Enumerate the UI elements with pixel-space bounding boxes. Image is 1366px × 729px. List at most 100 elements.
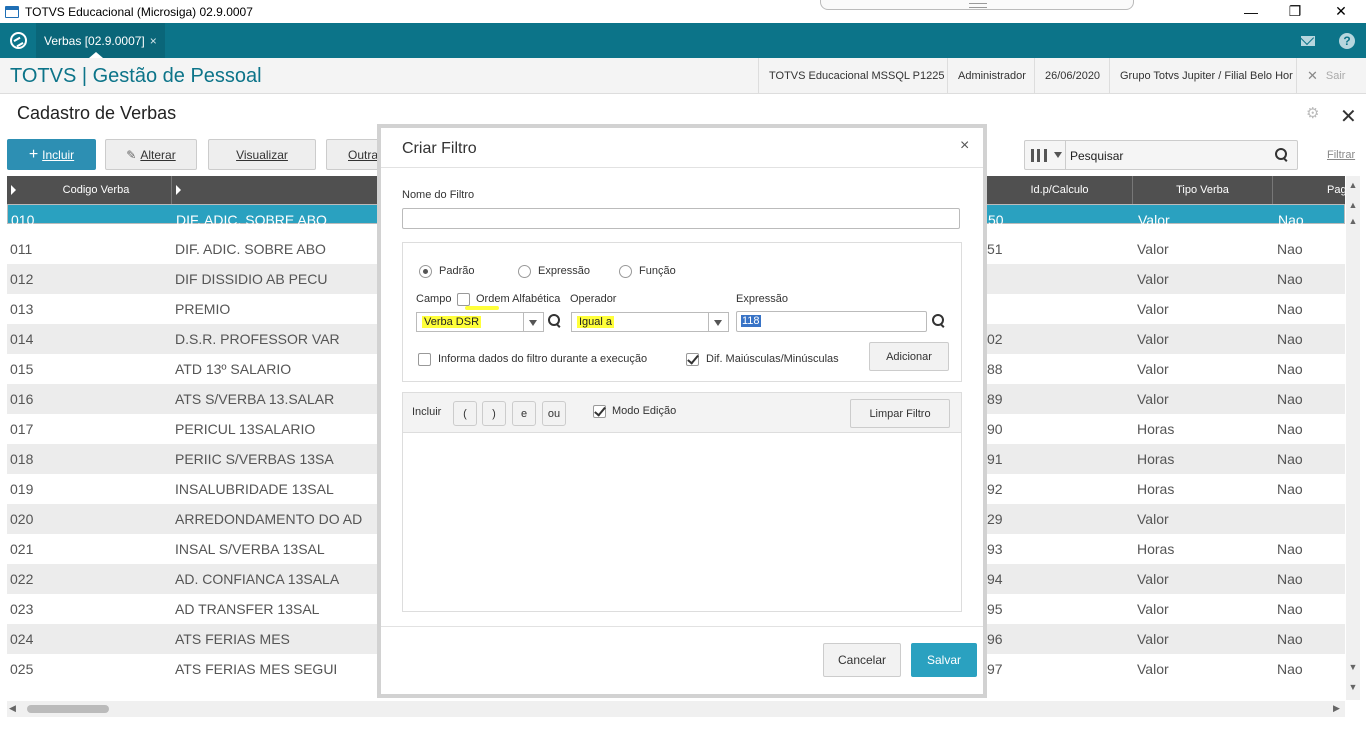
help-button[interactable]: ? bbox=[1339, 33, 1355, 49]
cell-descricao: D.S.R. PROFESSOR VAR bbox=[175, 331, 340, 347]
expressao-search-icon[interactable] bbox=[932, 314, 946, 328]
exit-button[interactable]: ✕ Sair bbox=[1296, 58, 1355, 94]
chevron-down-icon[interactable] bbox=[708, 313, 728, 331]
ordem-alfabetica-checkbox[interactable] bbox=[457, 293, 470, 306]
scroll-left-icon[interactable]: ◀ bbox=[9, 703, 16, 714]
cell-id-calculo: 93 bbox=[987, 541, 1003, 557]
close-paren-button[interactable]: ) bbox=[482, 401, 506, 426]
window-close-button[interactable]: ✕ bbox=[1318, 0, 1364, 23]
cell-descricao: ATS S/VERBA 13.SALAR bbox=[175, 391, 335, 407]
col-header-tipo-verba[interactable]: Tipo Verba bbox=[1133, 176, 1273, 204]
cell-id-calculo: 90 bbox=[987, 421, 1003, 437]
radio-padrao[interactable] bbox=[419, 265, 432, 278]
radio-padrao-label: Padrão bbox=[439, 265, 475, 277]
mail-button[interactable] bbox=[1301, 33, 1317, 49]
scroll-up-page-icon[interactable]: ▲ bbox=[1348, 216, 1358, 226]
tab-label: Verbas [02.9.0007] bbox=[44, 33, 145, 48]
scroll-right-icon[interactable]: ▶ bbox=[1333, 703, 1340, 714]
cell-tipo-verba: Valor bbox=[1137, 241, 1169, 257]
radio-funcao[interactable] bbox=[619, 265, 632, 278]
cell-descricao: ATD 13º SALARIO bbox=[175, 361, 292, 377]
cell-descricao: DIF DISSIDIO AB PECU bbox=[175, 271, 328, 287]
app-window-icon bbox=[5, 5, 19, 18]
scroll-down-icon[interactable]: ▼ bbox=[1348, 662, 1358, 672]
search-box[interactable]: Pesquisar bbox=[1024, 140, 1298, 170]
horizontal-scroll-thumb[interactable] bbox=[27, 705, 109, 713]
col-header-pag[interactable]: Pag bbox=[1273, 176, 1347, 204]
cell-id-calculo: 51 bbox=[987, 241, 1003, 257]
or-button[interactable]: ou bbox=[542, 401, 566, 426]
window-title-bar: TOTVS Educacional (Microsiga) 02.9.0007 … bbox=[0, 0, 1366, 23]
cell-pag: Nao bbox=[1277, 271, 1303, 287]
alterar-button[interactable]: ✎ Alterar bbox=[105, 139, 197, 170]
tab-bar: Verbas [02.9.0007] × ? bbox=[0, 23, 1366, 58]
incluir-button[interactable]: + Incluir bbox=[7, 139, 96, 170]
cell-tipo-verba: Valor bbox=[1137, 631, 1169, 647]
expressao-value: 118 bbox=[741, 315, 761, 327]
columns-icon[interactable] bbox=[1031, 149, 1047, 162]
cell-descricao: INSAL S/VERBA 13SAL bbox=[175, 541, 325, 557]
cell-codigo: 019 bbox=[10, 481, 34, 497]
informa-dados-checkbox[interactable] bbox=[418, 353, 431, 366]
cell-id-calculo: 91 bbox=[987, 451, 1003, 467]
cell-pag: Nao bbox=[1277, 451, 1303, 467]
filtrar-link[interactable]: Filtrar bbox=[1327, 149, 1355, 161]
horizontal-scrollbar[interactable]: ◀ ▶ bbox=[7, 701, 1345, 717]
modo-edicao-checkbox[interactable] bbox=[593, 405, 606, 418]
chevron-down-icon[interactable] bbox=[523, 313, 543, 331]
cell-descricao: ATS FERIAS MES bbox=[175, 631, 290, 647]
vertical-scrollbar[interactable]: ▲ ▲ ▲ ▼ ▼ bbox=[1346, 176, 1360, 700]
totvs-logo-icon[interactable] bbox=[10, 32, 27, 49]
ordem-alfabetica-label: Ordem Alfabética bbox=[476, 293, 561, 305]
cell-tipo-verba: Valor bbox=[1137, 301, 1169, 317]
search-icon[interactable] bbox=[1275, 148, 1289, 162]
cell-id-calculo: 94 bbox=[987, 571, 1003, 587]
cell-pag: Nao bbox=[1277, 631, 1303, 647]
filter-definition-panel: Padrão Expressão Função Campo Ordem Alfa… bbox=[402, 242, 962, 382]
page-close-icon[interactable]: ✕ bbox=[1340, 104, 1357, 129]
campo-select[interactable]: Verba DSR bbox=[416, 312, 544, 332]
dif-maiusculas-label: Dif. Maiúsculas/Minúsculas bbox=[706, 353, 839, 365]
cell-id-calculo: 89 bbox=[987, 391, 1003, 407]
minimize-button[interactable]: — bbox=[1228, 0, 1274, 23]
limpar-filtro-button[interactable]: Limpar Filtro bbox=[850, 399, 950, 428]
exit-icon: ✕ bbox=[1307, 68, 1318, 83]
cell-codigo: 015 bbox=[10, 361, 34, 377]
cell-pag: Nao bbox=[1277, 601, 1303, 617]
expression-area[interactable] bbox=[403, 434, 961, 611]
operador-select[interactable]: Igual a bbox=[571, 312, 729, 332]
open-paren-button[interactable]: ( bbox=[453, 401, 477, 426]
environment-info: TOTVS Educacional MSSQL P1225 bbox=[758, 58, 954, 94]
visualizar-button[interactable]: Visualizar bbox=[208, 139, 316, 170]
cell-pag: Nao bbox=[1277, 331, 1303, 347]
expression-builder-panel: Incluir ( ) e ou Modo Edição Limpar Filt… bbox=[402, 392, 962, 612]
cancelar-button[interactable]: Cancelar bbox=[823, 643, 901, 677]
cell-descricao: AD TRANSFER 13SAL bbox=[175, 601, 320, 617]
cell-codigo: 011 bbox=[10, 241, 33, 257]
cell-descricao: INSALUBRIDADE 13SAL bbox=[175, 481, 334, 497]
campo-label: Campo bbox=[416, 293, 452, 305]
dialog-close-icon[interactable]: × bbox=[960, 137, 969, 155]
settings-gear-icon[interactable]: ⚙ bbox=[1306, 106, 1320, 121]
adicionar-button[interactable]: Adicionar bbox=[869, 342, 949, 371]
cell-descricao: DIF. ADIC. SOBRE ABO bbox=[175, 241, 326, 257]
and-button[interactable]: e bbox=[512, 401, 536, 426]
restore-button[interactable]: ❐ bbox=[1272, 0, 1318, 23]
nome-filtro-input[interactable] bbox=[402, 208, 960, 229]
col-header-id-calculo[interactable]: Id.p/Calculo bbox=[987, 176, 1133, 204]
cell-codigo: 024 bbox=[10, 631, 34, 647]
scroll-top-icon[interactable]: ▲ bbox=[1348, 180, 1358, 190]
exit-label: Sair bbox=[1325, 70, 1346, 82]
campo-search-icon[interactable] bbox=[548, 314, 562, 328]
chevron-down-icon[interactable] bbox=[1054, 152, 1062, 158]
radio-expressao[interactable] bbox=[518, 265, 531, 278]
expressao-input[interactable]: 118 bbox=[736, 311, 927, 332]
tab-close-icon[interactable]: × bbox=[150, 34, 157, 48]
search-input[interactable]: Pesquisar bbox=[1070, 149, 1123, 163]
window-drag-handle[interactable] bbox=[820, 0, 1134, 10]
scroll-down-page-icon[interactable]: ▼ bbox=[1348, 682, 1358, 692]
col-header-codigo[interactable]: Codigo Verba bbox=[21, 176, 172, 204]
salvar-button[interactable]: Salvar bbox=[911, 643, 977, 677]
scroll-up-icon[interactable]: ▲ bbox=[1348, 200, 1358, 210]
dif-maiusculas-checkbox[interactable] bbox=[686, 353, 699, 366]
